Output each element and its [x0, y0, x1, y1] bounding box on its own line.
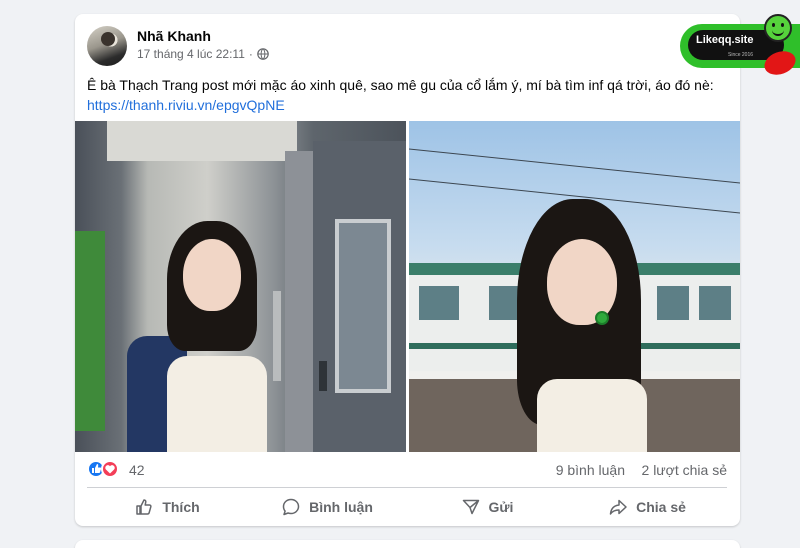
likeqq-watermark: Likeqq.site Since 2016 — [680, 14, 800, 79]
reaction-icons[interactable] — [87, 460, 121, 478]
reaction-bar: 42 9 bình luận 2 lượt chia sẻ — [87, 457, 727, 481]
post-card: Nhã Khanh 17 tháng 4 lúc 22:11 · Ê bà Th… — [75, 14, 740, 526]
author-avatar[interactable] — [87, 26, 127, 66]
comment-label: Bình luận — [309, 499, 373, 515]
like-label: Thích — [162, 499, 200, 515]
divider — [87, 487, 727, 488]
post-header: Nhã Khanh 17 tháng 4 lúc 22:11 · — [87, 26, 727, 66]
comment-button[interactable]: Bình luận — [247, 490, 407, 524]
globe-icon[interactable] — [257, 48, 269, 60]
thumbs-up-icon — [136, 499, 152, 515]
watermark-sub: Since 2016 — [728, 52, 754, 58]
reaction-count[interactable]: 42 — [129, 462, 145, 478]
send-icon — [462, 499, 479, 515]
comment-icon — [282, 498, 300, 516]
smiley-icon — [764, 14, 792, 42]
photo-train-door[interactable] — [75, 121, 406, 452]
send-label: Gửi — [488, 499, 514, 515]
love-icon — [101, 460, 119, 478]
post-text: Ê bà Thạch Trang post mới mặc áo xinh qu… — [87, 77, 714, 93]
share-icon — [609, 499, 627, 515]
photo-grid — [75, 121, 740, 452]
lollipop — [595, 311, 609, 325]
post-meta: 17 tháng 4 lúc 22:11 · — [137, 47, 269, 61]
action-bar: Thích Bình luận Gửi Chia sẻ — [87, 490, 727, 524]
next-post-card — [75, 540, 740, 548]
shares-count[interactable]: 2 lượt chia sẻ — [642, 462, 727, 478]
watermark-brand: Likeqq.site — [696, 34, 754, 46]
share-button[interactable]: Chia sẻ — [567, 490, 727, 524]
share-label: Chia sẻ — [636, 499, 686, 515]
send-button[interactable]: Gửi — [407, 490, 567, 524]
author-name[interactable]: Nhã Khanh — [137, 28, 211, 44]
dress-left — [167, 356, 267, 452]
like-button[interactable]: Thích — [87, 490, 247, 524]
post-link[interactable]: https://thanh.riviu.vn/epgvQpNE — [87, 95, 285, 115]
photo-train-platform[interactable] — [409, 121, 740, 452]
comments-count[interactable]: 9 bình luận — [556, 462, 625, 478]
post-timestamp[interactable]: 17 tháng 4 lúc 22:11 — [137, 47, 245, 61]
face-left — [183, 239, 241, 311]
post-body: Ê bà Thạch Trang post mới mặc áo xinh qu… — [87, 75, 727, 115]
dress-right — [537, 379, 647, 452]
